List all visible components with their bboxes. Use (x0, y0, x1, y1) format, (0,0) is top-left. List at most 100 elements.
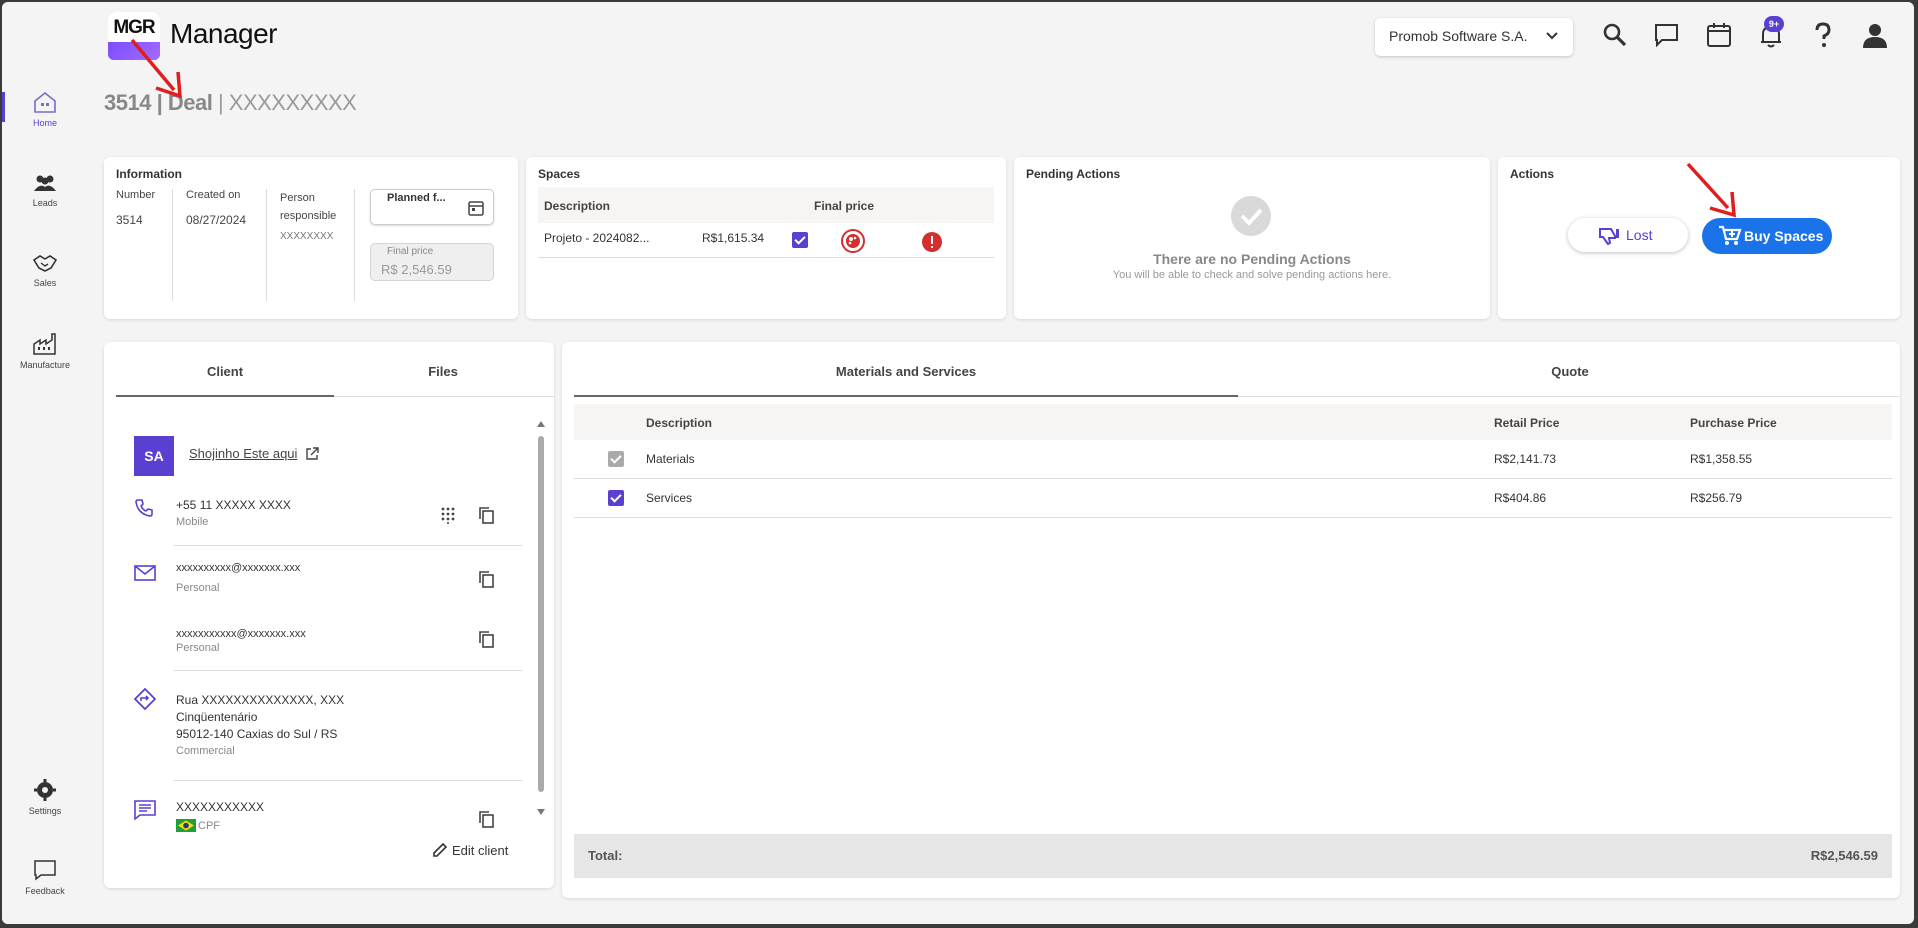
planned-date-field[interactable]: Planned f... (370, 189, 494, 225)
sidebar-item-leads[interactable]: Leads (2, 172, 88, 208)
materials-col-purchase: Purchase Price (1690, 416, 1777, 430)
sidebar: Home Leads Sales Manufacture Settings Fe… (2, 2, 88, 924)
logo-text: MGR (108, 12, 160, 42)
dialpad-icon[interactable] (440, 506, 456, 524)
feedback-icon (34, 860, 56, 881)
pending-title: Pending Actions (1026, 167, 1121, 181)
cart-icon (1719, 225, 1742, 245)
external-link-icon[interactable] (304, 446, 320, 462)
information-card: Information Number 3514 Created on 08/27… (104, 157, 518, 319)
lost-button-label: Lost (1626, 227, 1653, 243)
sidebar-item-manufacture[interactable]: Manufacture (2, 332, 88, 370)
client-avatar: SA (134, 436, 174, 476)
client-document-type: CPF (198, 820, 220, 832)
alert-icon[interactable] (922, 232, 942, 252)
row-description: Materials (646, 452, 695, 466)
notification-badge: 9+ (1764, 16, 1784, 32)
scroll-down-icon[interactable] (537, 808, 545, 816)
tab-quote[interactable]: Quote (1238, 364, 1902, 379)
table-row[interactable]: Services R$404.86 R$256.79 (574, 479, 1892, 517)
pending-actions-card: Pending Actions There are no Pending Act… (1014, 157, 1490, 319)
information-title: Information (116, 167, 182, 181)
materials-col-retail: Retail Price (1494, 416, 1560, 430)
sidebar-item-label: Settings (28, 806, 62, 816)
sidebar-item-settings[interactable]: Settings (2, 778, 88, 816)
deal-number: 3514 (104, 90, 151, 115)
copy-icon[interactable] (478, 570, 494, 588)
sidebar-item-label: Sales (33, 278, 57, 288)
planned-date-label: Planned f... (387, 192, 446, 204)
space-description[interactable]: Projeto - 2024082... (544, 231, 649, 245)
person-label: Person responsible (280, 192, 337, 222)
pending-empty-subtitle: You will be able to check and solve pend… (1112, 269, 1392, 281)
sidebar-item-feedback[interactable]: Feedback (2, 858, 88, 896)
scrollbar-thumb[interactable] (538, 436, 544, 792)
spaces-col-description: Description (544, 199, 611, 213)
number-label: Number (116, 189, 156, 201)
table-row[interactable]: Materials R$2,141.73 R$1,358.55 (574, 440, 1892, 478)
address-line-1: Rua XXXXXXXXXXXXXX, XXX (176, 693, 345, 707)
person-value: XXXXXXXX (280, 231, 334, 242)
user-icon[interactable] (1860, 20, 1890, 50)
render-icon[interactable] (840, 228, 866, 254)
deal-name: XXXXXXXXX (228, 90, 357, 115)
calendar-icon[interactable] (1704, 20, 1734, 50)
home-icon (34, 91, 56, 113)
thumbs-down-icon (1599, 228, 1619, 246)
address-line-2: Cinqüentenário (176, 710, 258, 724)
sidebar-item-home[interactable]: Home (2, 90, 88, 128)
chat-icon[interactable] (1652, 20, 1682, 50)
document-icon (134, 800, 156, 820)
row-checkbox[interactable] (608, 451, 624, 467)
copy-icon[interactable] (478, 810, 494, 828)
scroll-up-icon[interactable] (537, 420, 545, 428)
created-label: Created on (186, 189, 241, 201)
buy-spaces-button-label: Buy Spaces (1744, 228, 1824, 244)
edit-client-label: Edit client (452, 843, 509, 858)
search-icon[interactable] (1600, 20, 1630, 50)
materials-col-description: Description (646, 416, 713, 430)
handshake-icon (32, 255, 58, 272)
final-price-value: R$ 2,546.59 (381, 262, 452, 277)
lost-button[interactable]: Lost (1568, 218, 1688, 252)
tab-files[interactable]: Files (334, 364, 552, 379)
final-price-field: Final price R$ 2,546.59 (370, 243, 494, 281)
address-line-3: 95012-140 Caxias do Sul / RS (176, 727, 338, 741)
row-checkbox[interactable] (608, 490, 624, 506)
edit-client-button[interactable]: Edit client (432, 842, 508, 858)
tab-client[interactable]: Client (116, 364, 334, 379)
app-logo: MGR (108, 12, 160, 60)
help-icon[interactable] (1808, 20, 1838, 50)
copy-icon[interactable] (478, 630, 494, 648)
client-email-2: xxxxxxxxxxx@xxxxxxx.xxx (176, 628, 306, 640)
space-checkbox[interactable] (792, 232, 808, 248)
pencil-icon (433, 842, 448, 857)
spaces-title: Spaces (538, 167, 581, 181)
address-type: Commercial (176, 745, 235, 757)
app-window: Home Leads Sales Manufacture Settings Fe… (2, 2, 1914, 924)
spaces-col-final-price: Final price (814, 199, 875, 213)
row-purchase: R$1,358.55 (1690, 452, 1753, 466)
buy-spaces-button[interactable]: Buy Spaces (1702, 218, 1832, 254)
client-name-link[interactable]: Shojinho Este aqui (189, 446, 297, 461)
tab-materials-services[interactable]: Materials and Services (574, 364, 1238, 379)
client-scrollbar[interactable] (536, 420, 546, 818)
brazil-flag-icon (176, 819, 196, 832)
client-panel: Client Files SA Shojinho Este aqui +55 1… (104, 342, 554, 888)
directions-icon (134, 688, 156, 710)
total-label: Total: (588, 848, 623, 863)
company-select[interactable]: Promob Software S.A. (1375, 18, 1573, 56)
sidebar-item-sales[interactable]: Sales (2, 252, 88, 288)
copy-icon[interactable] (478, 506, 494, 524)
phone-icon (135, 499, 153, 517)
space-price: R$1,615.34 (702, 231, 765, 245)
deal-type: Deal (167, 90, 213, 115)
check-circle-icon (1231, 196, 1271, 236)
row-retail: R$404.86 (1494, 491, 1547, 505)
spaces-table-header: Description Final price (538, 187, 994, 223)
row-retail: R$2,141.73 (1494, 452, 1557, 466)
page-title: 3514 | Deal | XXXXXXXXX (104, 90, 357, 115)
sidebar-item-label: Home (32, 118, 57, 128)
number-value: 3514 (116, 213, 143, 227)
calendar-icon[interactable] (467, 199, 485, 217)
